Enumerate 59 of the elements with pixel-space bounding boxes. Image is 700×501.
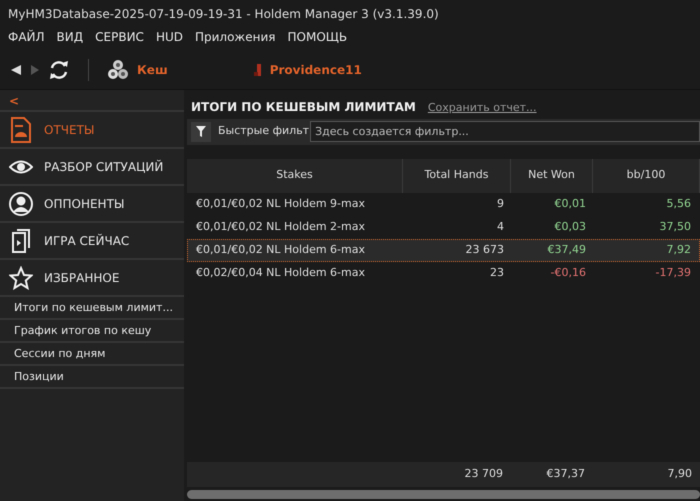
sidebar-item[interactable]: ОТЧЕТЫ (0, 112, 184, 149)
report-link[interactable]: График итогов по кешу (0, 320, 184, 343)
table-cell-text: 23 673 (464, 242, 505, 258)
table-cell-text: 23 (489, 264, 505, 281)
total-cell-text: €37,37 (546, 466, 586, 482)
report-link[interactable]: Сессии по дням (0, 343, 184, 366)
sidebar-item[interactable]: ИЗБРАННОЕ (0, 260, 184, 297)
chips-icon[interactable] (107, 58, 129, 80)
filter-input[interactable]: Здесь создается фильтр... (310, 121, 700, 142)
table-cell-text: 5,56 (666, 196, 692, 212)
report-link[interactable]: Итоги по кешевым лимит... (0, 297, 184, 320)
filter-button[interactable] (191, 122, 211, 142)
eye-icon (9, 160, 33, 174)
menu-item[interactable]: ВИД (56, 28, 84, 46)
player-icon[interactable] (254, 62, 262, 76)
table-cell-text: €0,02/€0,04 NL Holdem 6-max (195, 264, 366, 281)
table-cell-text: €0,01/€0,02 NL Holdem 2-max (195, 218, 366, 235)
sidebar-item[interactable]: РАЗБОР СИТУАЦИЙ (0, 149, 184, 186)
sidebar-item[interactable]: ОППОНЕНТЫ (0, 186, 184, 223)
column-header[interactable]: Net Won (511, 158, 593, 192)
table-cell-text: €0,01 (554, 196, 587, 212)
scrollbar[interactable] (187, 490, 700, 499)
game-label[interactable]: Кеш (137, 60, 168, 78)
menu-item[interactable]: HUD (156, 28, 183, 46)
player-name[interactable]: Providence11 (270, 60, 362, 78)
table-cell-text: -€0,16 (550, 264, 587, 281)
table-cell-text: €0,01/€0,02 NL Holdem 9-max (195, 196, 366, 212)
window-title: MyHM3Database-2025-07-19-09-19-31 - Holdem Manager 3 (v3.1.39.0) (7, 6, 440, 23)
column-header[interactable]: Total Hands (403, 158, 511, 192)
table-cell-text: 9 (496, 196, 505, 212)
menu-item[interactable]: ФАЙЛ (8, 28, 45, 46)
collapse-button[interactable]: < (0, 90, 184, 112)
table-cell-text: -17,39 (654, 264, 692, 281)
menu-item[interactable]: Приложения (194, 28, 276, 46)
filter-icon (196, 126, 206, 137)
table-cell-text: €0,03 (554, 218, 587, 235)
table-cell-text: 7,92 (666, 242, 692, 258)
save-report-link[interactable]: Сохранить отчет... (428, 100, 537, 116)
menu-item[interactable]: ПОМОЩЬ (288, 28, 348, 46)
report-link[interactable]: Позиции (0, 366, 184, 389)
back-icon[interactable] (10, 64, 22, 76)
total-cell-text: 23 709 (464, 466, 504, 482)
sidebar-item[interactable]: ИГРА СЕЙЧАС (0, 223, 184, 260)
user-icon (9, 192, 33, 216)
play-card-icon (12, 228, 30, 252)
filter-label: Быстрые фильт (218, 123, 310, 140)
menu-item[interactable]: СЕРВИС (95, 28, 144, 46)
column-header[interactable]: bb/100 (593, 158, 700, 192)
table-cell-text: €37,49 (546, 242, 587, 258)
selected-row[interactable]: €0,01/€0,02 NL Holdem 6-max 23 673 €37,49 7,92 (187, 238, 700, 262)
table-cell-text: 4 (496, 218, 505, 235)
column-header[interactable]: Stakes (187, 158, 403, 192)
refresh-icon[interactable] (48, 58, 70, 80)
total-cell-text: 7,90 (666, 466, 693, 482)
report-title: ИТОГИ ПО КЕШЕВЫМ ЛИМИТАМ (191, 99, 416, 116)
report-icon (11, 116, 31, 142)
table-cell-text: €0,01/€0,02 NL Holdem 6-max (195, 242, 366, 258)
star-icon (9, 266, 33, 290)
table-cell-text: 37,50 (658, 218, 692, 235)
